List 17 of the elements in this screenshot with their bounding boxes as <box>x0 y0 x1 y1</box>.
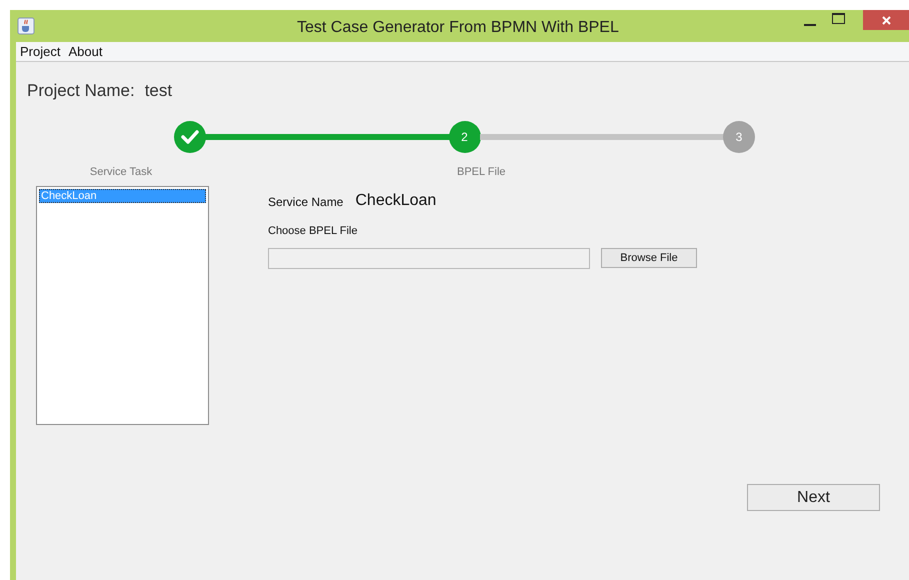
next-button[interactable]: Next <box>747 484 880 511</box>
service-name-label: Service Name <box>268 194 344 211</box>
service-name-value: CheckLoan <box>355 191 436 211</box>
browse-file-button[interactable]: Browse File <box>601 248 697 268</box>
list-heading: Service Task <box>88 164 154 180</box>
menu-item[interactable]: Project <box>20 42 60 62</box>
window-title: Test Case Generator From BPMN With BPEL <box>297 18 619 38</box>
close-icon <box>882 16 890 24</box>
close-button[interactable] <box>863 10 909 30</box>
project-name-value: test <box>144 80 172 102</box>
file-path-field[interactable] <box>268 248 590 268</box>
panel-heading: BPEL File <box>457 164 507 180</box>
menu-item[interactable]: About <box>68 42 102 62</box>
project-name-label: Project Name: <box>27 80 135 102</box>
java-cup-icon <box>17 17 35 35</box>
maximize-icon[interactable] <box>832 13 845 24</box>
choose-file-label: Choose BPEL File <box>268 224 358 239</box>
